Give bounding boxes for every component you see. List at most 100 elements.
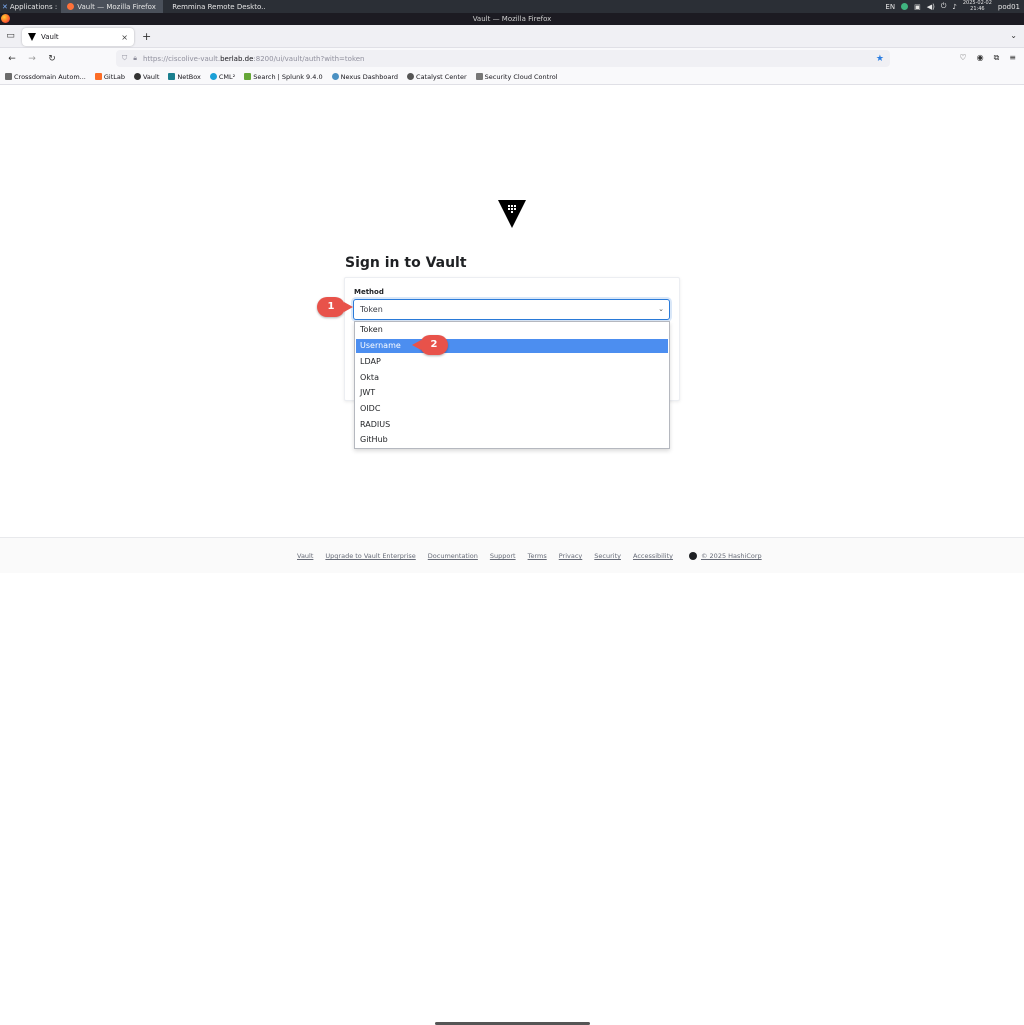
window-title: Vault — Mozilla Firefox — [472, 15, 552, 23]
bookmark-label: Security Cloud Control — [484, 72, 558, 81]
os-taskbar: ✕ Applications : Vault — Mozilla Firefox… — [0, 0, 1024, 13]
url-domain: berlab.de — [220, 54, 254, 63]
reload-button[interactable]: ↻ — [44, 54, 60, 64]
page-footer: Vault Upgrade to Vault Enterprise Docume… — [0, 537, 1024, 1025]
firefox-logo-icon — [1, 14, 10, 23]
vault-logo-icon — [498, 200, 526, 228]
url-suffix: :8200/ui/vault/auth?with=token — [253, 54, 365, 63]
lock-icon[interactable]: 🔒︎ — [133, 54, 137, 63]
globe-icon — [133, 73, 141, 80]
bookmark-label: Vault — [142, 72, 160, 81]
shield-icon[interactable]: ⛉ — [122, 54, 127, 63]
method-select[interactable]: Token ⌄ — [353, 299, 670, 320]
method-option-jwt[interactable]: JWT — [356, 386, 668, 400]
bookmark-item[interactable]: Search | Splunk 9.4.0 — [244, 72, 323, 81]
annotation-callout-2: 2 — [412, 335, 448, 355]
bookmark-item[interactable]: Nexus Dashboard — [331, 72, 399, 81]
applications-label: Applications : — [9, 2, 58, 11]
footer-copyright: © 2025 HashiCorp — [688, 552, 762, 560]
tab-list-icon[interactable]: ▭ — [5, 31, 16, 42]
footer-link-vault[interactable]: Vault — [297, 552, 313, 560]
new-tab-button[interactable]: + — [142, 30, 151, 43]
firefox-icon — [67, 3, 75, 10]
user-name[interactable]: pod01 — [998, 3, 1020, 11]
method-option-ldap[interactable]: LDAP — [356, 355, 668, 369]
footer-links: Vault Upgrade to Vault Enterprise Docume… — [297, 552, 762, 560]
volume-icon[interactable]: ◀) — [927, 3, 935, 11]
cml-icon — [209, 73, 217, 80]
close-icon[interactable]: × — [121, 33, 128, 42]
footer-link-security[interactable]: Security — [594, 552, 621, 560]
globe-icon — [407, 73, 415, 80]
bookmarks-toolbar: Crossdomain Autom... GitLab Vault NetBox… — [0, 69, 1024, 85]
bookmark-label: CML² — [218, 72, 236, 81]
taskbar-window-remmina[interactable]: Remmina Remote Deskto... — [163, 0, 265, 13]
clock[interactable]: 2025-02-02 21:46 — [963, 0, 992, 12]
page-title: Sign in to Vault — [345, 255, 467, 271]
taskbar-window-firefox[interactable]: Vault — Mozilla Firefox — [61, 0, 164, 13]
taskbar-window-label: Vault — Mozilla Firefox — [77, 2, 156, 11]
chevron-down-icon: ⌄ — [658, 305, 664, 313]
footer-link-terms[interactable]: Terms — [528, 552, 547, 560]
tab-strip: ▭ Vault × + ⌄ — [0, 25, 1024, 48]
applications-menu[interactable]: ✕ Applications : — [0, 3, 61, 11]
footer-link-privacy[interactable]: Privacy — [559, 552, 583, 560]
xfce-icon: ✕ — [2, 2, 8, 11]
gitlab-icon — [94, 73, 102, 80]
cloud-icon — [331, 73, 339, 80]
method-option-oidc[interactable]: OIDC — [356, 402, 668, 416]
method-option-radius[interactable]: RADIUS — [356, 418, 668, 432]
bookmark-label: NetBox — [177, 72, 201, 81]
method-option-okta[interactable]: Okta — [356, 371, 668, 385]
method-select-value: Token — [360, 305, 383, 314]
screenshot-icon[interactable]: ▣ — [914, 3, 921, 11]
url-text: https://ciscolive-vault.berlab.de:8200/u… — [143, 55, 365, 63]
hashicorp-logo-icon — [688, 552, 697, 560]
bookmark-item[interactable]: GitLab — [94, 72, 125, 81]
bookmark-icon — [5, 73, 12, 80]
footer-link-documentation[interactable]: Documentation — [428, 552, 478, 560]
page-content: Sign in to Vault Method Token ⌄ Token Us… — [0, 86, 1024, 1025]
keyboard-layout[interactable]: EN — [885, 3, 895, 11]
copyright-text: © 2025 HashiCorp — [700, 552, 762, 560]
method-option-github[interactable]: GitHub — [356, 433, 668, 447]
clock-time: 21:46 — [970, 5, 985, 12]
method-dropdown: Token Username LDAP Okta JWT OIDC RADIUS… — [354, 321, 670, 449]
bookmark-star-icon[interactable]: ★ — [876, 54, 884, 64]
url-bar[interactable]: ⛉ 🔒︎ https://ciscolive-vault.berlab.de:8… — [116, 50, 890, 67]
pocket-icon[interactable]: ♡ — [959, 53, 966, 63]
splunk-icon — [244, 73, 252, 80]
bookmark-item[interactable]: Crossdomain Autom... — [5, 73, 86, 81]
bookmark-label: GitLab — [103, 72, 125, 81]
bookmark-item[interactable]: NetBox — [168, 73, 201, 81]
footer-link-accessibility[interactable]: Accessibility — [633, 552, 673, 560]
taskbar-window-label: Remmina Remote Deskto... — [172, 2, 266, 11]
forward-button[interactable]: → — [24, 54, 40, 64]
footer-link-upgrade[interactable]: Upgrade to Vault Enterprise — [325, 552, 415, 560]
netbox-icon — [168, 73, 176, 80]
bookmark-label: Crossdomain Autom... — [14, 72, 86, 81]
bookmark-label: Search | Splunk 9.4.0 — [253, 72, 323, 81]
account-icon[interactable]: ◉ — [977, 53, 984, 63]
tab-vault[interactable]: Vault × — [22, 28, 134, 46]
footer-link-support[interactable]: Support — [490, 552, 516, 560]
bookmark-label: Catalyst Center — [416, 72, 467, 81]
back-button[interactable]: ← — [4, 54, 20, 64]
bookmark-item[interactable]: Catalyst Center — [407, 73, 467, 81]
method-option-token[interactable]: Token — [356, 323, 668, 337]
chevron-down-icon[interactable]: ⌄ — [1010, 31, 1017, 40]
power-icon[interactable]: ⏻ — [941, 2, 947, 11]
network-icon[interactable] — [901, 3, 909, 10]
bookmark-item[interactable]: Vault — [133, 72, 160, 81]
bookmark-item[interactable]: CML² — [209, 72, 236, 81]
bell-icon[interactable]: ♪ — [952, 3, 956, 11]
vault-icon — [28, 33, 36, 41]
method-label: Method — [354, 288, 384, 296]
extensions-icon[interactable]: ⧉ — [994, 53, 1000, 63]
url-prefix: https://ciscolive-vault. — [142, 54, 221, 63]
bookmark-label: Nexus Dashboard — [340, 72, 399, 81]
tab-label: Vault — [41, 33, 59, 41]
menu-icon[interactable]: ≡ — [1009, 53, 1016, 63]
method-option-username[interactable]: Username — [356, 339, 668, 353]
bookmark-item[interactable]: Security Cloud Control — [475, 72, 558, 81]
